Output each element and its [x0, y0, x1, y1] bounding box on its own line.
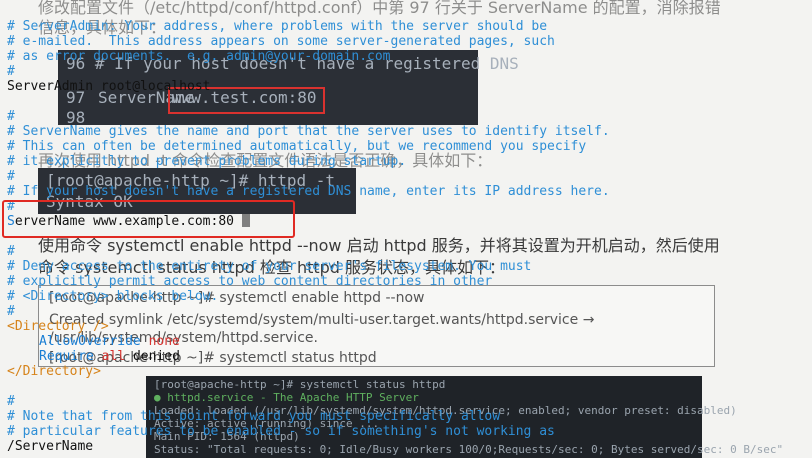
config-comment-line: #	[7, 64, 15, 79]
vim-editor-buffer[interactable]: # ServerAdmin: Your address, where probl…	[0, 0, 812, 458]
directive-value: none	[148, 334, 180, 349]
config-comment-line: # Note that from this point forward you …	[7, 409, 501, 424]
serveradmin-directive: ServerAdmin root@localhost	[7, 79, 211, 94]
config-comment-line: # ServerAdmin: Your address, where probl…	[7, 19, 548, 34]
require-directive: Require all denied	[39, 349, 180, 364]
config-comment-line: #	[7, 394, 15, 409]
config-comment-line: #	[7, 109, 15, 124]
directive-value: all	[101, 349, 126, 364]
vim-search-command-line[interactable]: /ServerName	[7, 439, 93, 454]
config-comment-line: # This can often be determined automatic…	[7, 139, 587, 154]
config-comment-line: # Deny access to the entirety of your se…	[7, 259, 532, 274]
config-comment-line: # e-mailed. This address appears on some…	[7, 34, 555, 49]
config-comment-line: # it explicitly to prevent problems duri…	[7, 154, 407, 169]
highlight-box	[2, 200, 295, 238]
directive-key: AllowOverride	[39, 334, 141, 349]
allowoverride-directive: AllowOverride none	[39, 334, 180, 349]
config-comment-line: #	[7, 304, 15, 319]
directory-open-tag: <Directory />	[7, 319, 109, 334]
directory-close-tag: </Directory>	[7, 364, 101, 379]
config-comment-line: # particular features to be enabled - so…	[7, 424, 555, 439]
config-comment-line: #	[7, 169, 15, 184]
config-comment-line: # If your host doesn't have a registered…	[7, 184, 610, 199]
config-comment-line: # as error documents. e.g. admin@your-do…	[7, 49, 391, 64]
config-comment-line: # ServerName gives the name and port tha…	[7, 124, 610, 139]
config-comment-line: #	[7, 244, 15, 259]
directive-key: Require	[39, 349, 94, 364]
config-comment-line: # <Directory> blocks below.	[7, 289, 219, 304]
config-comment-line: # explicitly permit access to web conten…	[7, 274, 493, 289]
directive-value: denied	[132, 349, 180, 364]
